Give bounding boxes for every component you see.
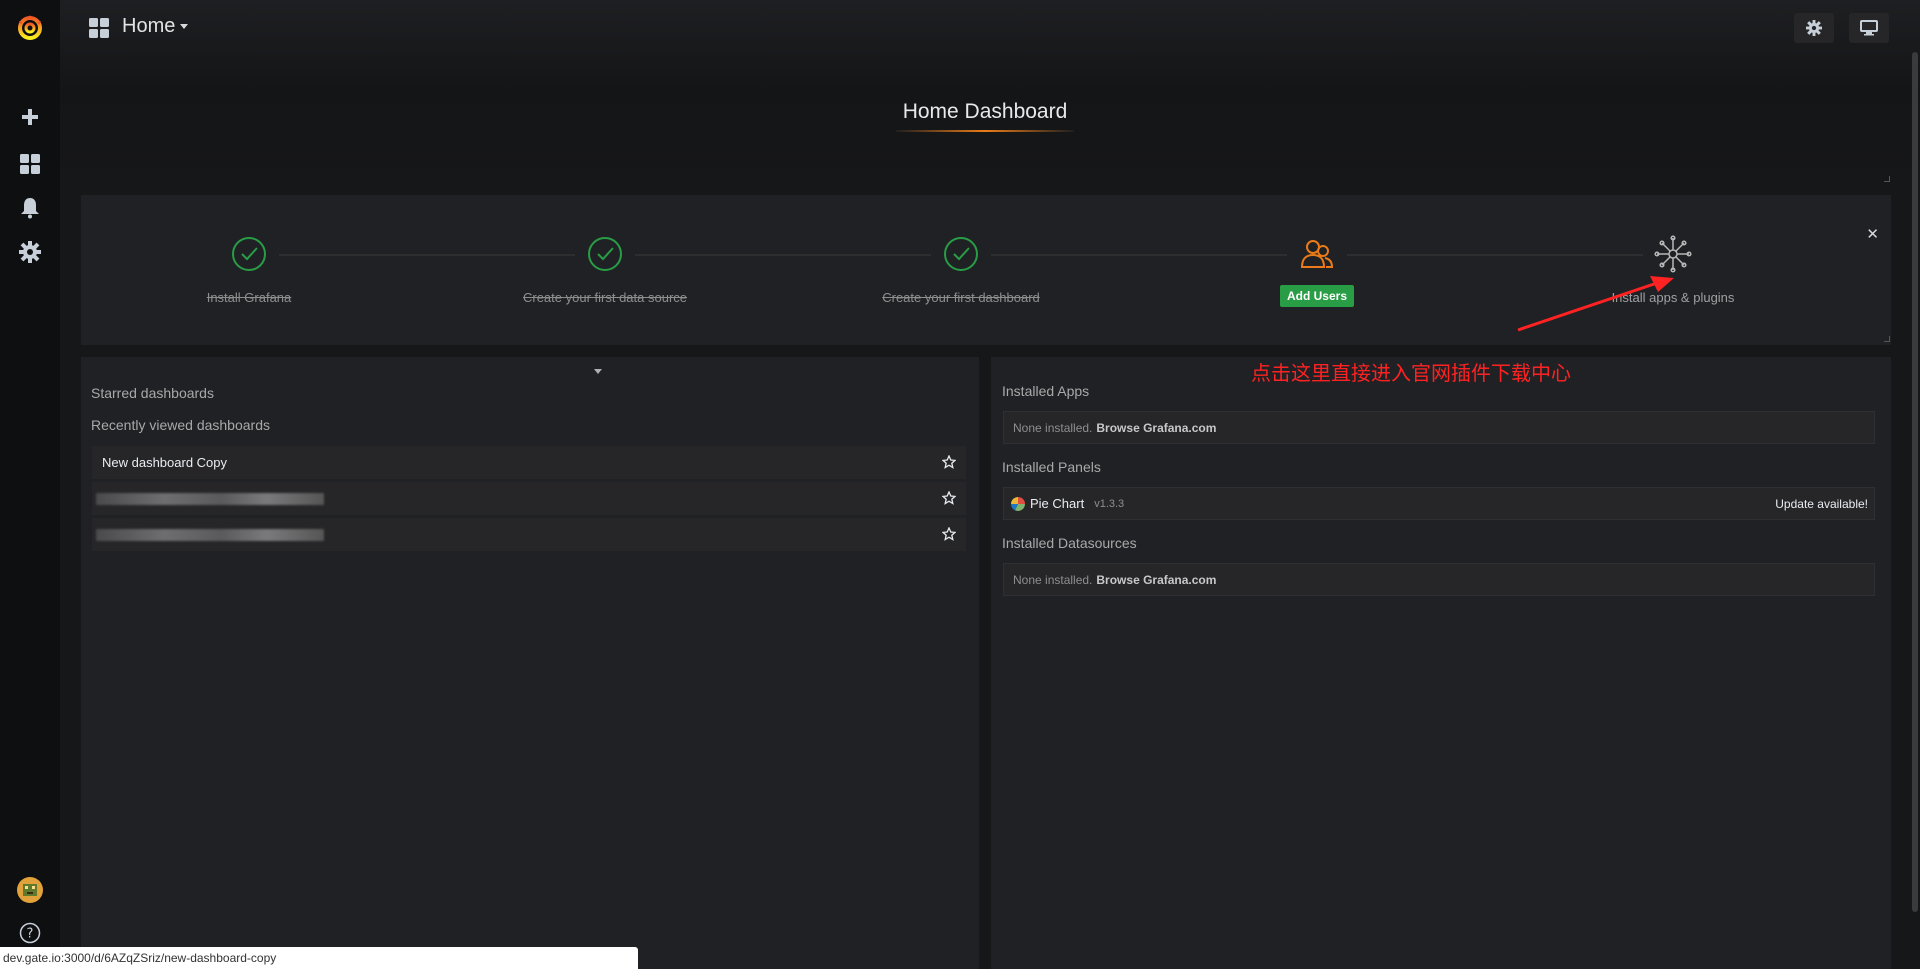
installed-apps-empty: None installed. Browse Grafana.com bbox=[1003, 411, 1875, 444]
users-icon bbox=[1300, 240, 1334, 268]
empty-text: None installed. bbox=[1013, 572, 1093, 587]
grafana-logo-icon[interactable] bbox=[0, 7, 60, 47]
step-label: Create your first data source bbox=[522, 290, 688, 305]
annotation-text: 点击这里直接进入官网插件下载中心 bbox=[1251, 361, 1571, 385]
view-mode-button[interactable] bbox=[1849, 13, 1889, 43]
chevron-down-icon bbox=[180, 24, 189, 30]
page-title: Home Dashboard bbox=[902, 100, 1068, 123]
side-menu: ? bbox=[0, 0, 60, 969]
plugin-name[interactable]: Pie Chart bbox=[1030, 496, 1084, 511]
browse-grafana-link[interactable]: Browse Grafana.com bbox=[1096, 573, 1216, 587]
list-item[interactable] bbox=[92, 482, 966, 515]
configuration-gear-icon[interactable] bbox=[0, 232, 60, 272]
star-icon[interactable] bbox=[941, 454, 957, 472]
settings-button[interactable] bbox=[1794, 13, 1834, 43]
step-label: Install Grafana bbox=[206, 290, 292, 305]
installed-apps-heading: Installed Apps bbox=[1002, 383, 1090, 399]
step-install-grafana[interactable]: Install Grafana bbox=[99, 235, 399, 307]
panel-menu-caret-icon[interactable] bbox=[594, 369, 602, 374]
title-underline bbox=[896, 130, 1074, 132]
plugin-list-panel: Installed Apps None installed. Browse Gra… bbox=[991, 357, 1891, 969]
installed-datasources-heading: Installed Datasources bbox=[1002, 535, 1137, 551]
step-label: Create your first dashboard bbox=[882, 290, 1040, 305]
annotation-arrow bbox=[1517, 276, 1674, 332]
resize-handle[interactable] bbox=[1884, 336, 1890, 342]
recent-dashboards-heading: Recently viewed dashboards bbox=[91, 417, 270, 433]
top-navbar: Home bbox=[60, 0, 1920, 55]
list-item[interactable]: New dashboard Copy bbox=[92, 446, 966, 479]
close-icon[interactable]: ✕ bbox=[1866, 225, 1879, 243]
dashboard-link[interactable]: New dashboard Copy bbox=[102, 455, 227, 470]
resize-handle[interactable] bbox=[1884, 176, 1890, 182]
dashboard-picker[interactable]: Home bbox=[122, 15, 189, 38]
browse-grafana-link[interactable]: Browse Grafana.com bbox=[1096, 421, 1216, 435]
star-icon[interactable] bbox=[941, 490, 957, 508]
monitor-icon bbox=[1860, 20, 1878, 36]
pie-chart-icon bbox=[1011, 496, 1025, 511]
plugin-version: v1.3.3 bbox=[1094, 497, 1125, 510]
add-users-button[interactable]: Add Users bbox=[1279, 285, 1355, 307]
dashboard-list-panel: Starred dashboards Recently viewed dashb… bbox=[81, 357, 979, 969]
star-icon[interactable] bbox=[941, 526, 957, 544]
redacted-dashboard-name bbox=[96, 528, 324, 541]
list-item[interactable]: Pie Chart v1.3.3 Update available! bbox=[1003, 487, 1875, 520]
plugins-icon bbox=[1654, 235, 1692, 273]
update-available-link[interactable]: Update available! bbox=[1775, 497, 1868, 511]
dashboard-picker-label: Home bbox=[122, 15, 176, 37]
create-plus-icon[interactable] bbox=[0, 97, 60, 137]
list-item[interactable] bbox=[92, 518, 966, 551]
installed-datasources-empty: None installed. Browse Grafana.com bbox=[1003, 563, 1875, 596]
installed-panels-heading: Installed Panels bbox=[1002, 459, 1101, 475]
user-avatar[interactable] bbox=[0, 870, 60, 910]
scrollbar[interactable] bbox=[1912, 52, 1918, 912]
main-content: Home Home Dashboard Install Grafana Crea… bbox=[60, 0, 1920, 969]
svg-text:?: ? bbox=[27, 927, 34, 942]
redacted-dashboard-name bbox=[96, 492, 324, 505]
check-circle-icon bbox=[232, 237, 266, 271]
dashboard-grid-icon[interactable] bbox=[88, 17, 110, 44]
step-add-users[interactable]: Add Users bbox=[1167, 235, 1467, 307]
step-create-data-source[interactable]: Create your first data source bbox=[455, 235, 755, 307]
alerting-bell-icon[interactable] bbox=[0, 188, 60, 228]
dashboards-grid-icon[interactable] bbox=[0, 144, 60, 184]
check-circle-icon bbox=[588, 237, 622, 271]
starred-dashboards-heading: Starred dashboards bbox=[91, 385, 214, 401]
step-create-dashboard[interactable]: Create your first dashboard bbox=[811, 235, 1111, 307]
check-circle-icon bbox=[944, 237, 978, 271]
status-bar-url: dev.gate.io:3000/d/6AZqZSriz/new-dashboa… bbox=[0, 947, 638, 969]
home-dashboard-header: Home Dashboard bbox=[896, 100, 1074, 132]
empty-text: None installed. bbox=[1013, 420, 1093, 435]
gear-icon bbox=[1806, 20, 1822, 36]
